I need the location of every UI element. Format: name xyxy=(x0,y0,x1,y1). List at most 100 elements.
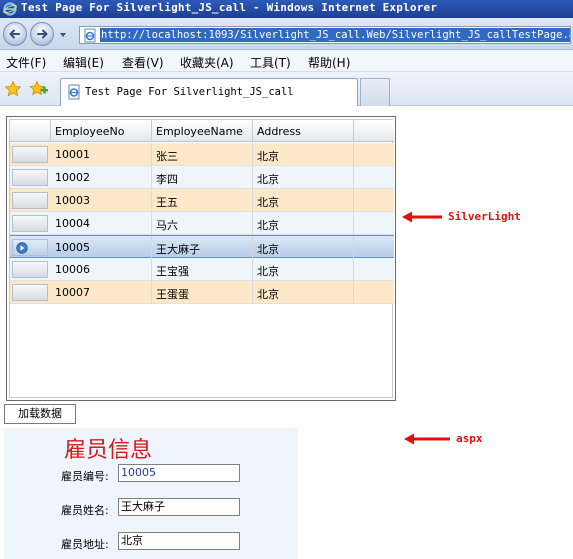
tab-page-icon xyxy=(68,84,80,100)
cell-text: 北京 xyxy=(257,196,279,209)
cell-text: 王大麻子 xyxy=(156,243,200,256)
employee-name-field[interactable]: 王大麻子 xyxy=(118,498,240,516)
page-content: EmployeeNo EmployeeName Address 10001 张三… xyxy=(0,106,573,559)
cell-address[interactable]: 北京 xyxy=(253,212,354,234)
column-header-label: EmployeeName xyxy=(156,125,243,138)
cell-employeename[interactable]: 王蛋蛋 xyxy=(152,281,253,303)
menu-file[interactable]: 文件(F) xyxy=(6,54,46,71)
table-row[interactable]: 10006 王宝强 北京 xyxy=(10,258,394,281)
row-header[interactable] xyxy=(12,215,48,232)
cell-address[interactable]: 北京 xyxy=(253,258,354,280)
silverlight-annotation: SilverLight xyxy=(402,210,521,223)
ie-logo-icon xyxy=(3,2,17,16)
cell-employeeno[interactable]: 10001 xyxy=(51,143,152,165)
current-row-indicator-icon xyxy=(16,242,28,254)
table-row[interactable]: 10007 王蛋蛋 北京 xyxy=(10,281,394,304)
cell-employeeno[interactable]: 10002 xyxy=(51,166,152,188)
cell-text: 10003 xyxy=(55,194,90,207)
cell-text: 北京 xyxy=(257,265,279,278)
recent-pages-dropdown-icon[interactable] xyxy=(59,31,67,39)
menu-view[interactable]: 查看(V) xyxy=(122,54,164,71)
page-icon xyxy=(84,28,96,43)
cell-employeeno[interactable]: 10007 xyxy=(51,281,152,303)
cell-text: 王宝强 xyxy=(156,265,189,278)
cell-text: 10006 xyxy=(55,263,90,276)
cell-text: 马六 xyxy=(156,219,178,232)
forward-button[interactable] xyxy=(30,22,54,46)
add-favorite-icon[interactable] xyxy=(29,80,49,98)
employee-address-label: 雇员地址: xyxy=(61,538,109,551)
employee-info-panel: 雇员信息 雇员编号: 10005 雇员姓名: 王大麻子 雇员地址: 北京 xyxy=(4,428,298,559)
load-data-button[interactable]: 加载数据 xyxy=(4,404,76,424)
cell-employeename[interactable]: 李四 xyxy=(152,166,253,188)
cell-employeeno[interactable]: 10006 xyxy=(51,258,152,280)
cell-employeename[interactable]: 马六 xyxy=(152,212,253,234)
new-tab-button[interactable] xyxy=(360,78,390,106)
window-title: Test Page For Silverlight_JS_call - Wind… xyxy=(21,1,438,14)
cell-text: 北京 xyxy=(257,219,279,232)
cell-text: 北京 xyxy=(257,243,279,256)
column-header-employeename[interactable]: EmployeeName xyxy=(152,120,253,142)
address-bar[interactable]: http://localhost:1093/Silverlight_JS_cal… xyxy=(79,26,571,44)
aspx-annotation: aspx xyxy=(404,432,483,445)
column-header-address[interactable]: Address xyxy=(253,120,354,142)
table-row[interactable]: 10003 王五 北京 xyxy=(10,189,394,212)
employee-name-label: 雇员姓名: xyxy=(61,504,109,517)
cell-employeeno[interactable]: 10003 xyxy=(51,189,152,211)
cell-text: 李四 xyxy=(156,173,178,186)
datagrid-header: EmployeeNo EmployeeName Address xyxy=(10,120,394,142)
header-row-selector xyxy=(10,120,51,142)
menu-edit[interactable]: 编辑(E) xyxy=(63,54,104,71)
cell-address[interactable]: 北京 xyxy=(253,166,354,188)
row-header[interactable] xyxy=(12,239,48,256)
back-arrow-icon xyxy=(9,29,20,39)
cell-address[interactable]: 北京 xyxy=(253,143,354,165)
cell-text: 10004 xyxy=(55,217,90,230)
row-header[interactable] xyxy=(12,146,48,163)
cell-employeeno[interactable]: 10004 xyxy=(51,212,152,234)
cell-employeename[interactable]: 张三 xyxy=(152,143,253,165)
employee-address-field[interactable]: 北京 xyxy=(118,532,240,550)
table-row-selected[interactable]: 10005 王大麻子 北京 xyxy=(10,235,394,258)
employee-no-field[interactable]: 10005 xyxy=(118,464,240,482)
menu-favorites[interactable]: 收藏夹(A) xyxy=(180,54,234,71)
navigation-bar: http://localhost:1093/Silverlight_JS_cal… xyxy=(0,18,573,50)
column-header-employeeno[interactable]: EmployeeNo xyxy=(51,120,152,142)
row-header[interactable] xyxy=(12,284,48,301)
cell-address[interactable]: 北京 xyxy=(253,189,354,211)
cell-text: 10005 xyxy=(55,241,90,254)
cell-address[interactable]: 北京 xyxy=(253,236,354,258)
employee-no-label: 雇员编号: xyxy=(61,470,109,483)
cell-text: 10002 xyxy=(55,171,90,184)
table-row[interactable]: 10002 李四 北京 xyxy=(10,166,394,189)
datagrid-body: EmployeeNo EmployeeName Address 10001 张三… xyxy=(9,119,394,398)
cell-employeeno[interactable]: 10005 xyxy=(51,236,152,258)
favorites-star-icon[interactable] xyxy=(4,80,22,98)
menu-help[interactable]: 帮助(H) xyxy=(308,54,350,71)
cell-text: 北京 xyxy=(257,150,279,163)
row-header[interactable] xyxy=(12,261,48,278)
cell-text: 10001 xyxy=(55,148,90,161)
left-arrow-icon xyxy=(404,433,450,444)
forward-arrow-icon xyxy=(37,29,48,39)
panel-title: 雇员信息 xyxy=(64,438,153,463)
cell-text: 北京 xyxy=(257,173,279,186)
address-url[interactable]: http://localhost:1093/Silverlight_JS_cal… xyxy=(100,28,570,42)
menu-tools[interactable]: 工具(T) xyxy=(250,54,291,71)
back-button[interactable] xyxy=(3,22,27,46)
tab-active[interactable]: Test Page For Silverlight_JS_call xyxy=(60,78,358,106)
column-header-filler xyxy=(354,120,394,142)
column-header-label: EmployeeNo xyxy=(55,125,125,138)
silverlight-datagrid: EmployeeNo EmployeeName Address 10001 张三… xyxy=(6,116,396,401)
cell-employeename[interactable]: 王五 xyxy=(152,189,253,211)
cell-employeename[interactable]: 王大麻子 xyxy=(152,236,253,258)
cell-address[interactable]: 北京 xyxy=(253,281,354,303)
table-row[interactable]: 10001 张三 北京 xyxy=(10,143,394,166)
annotation-label: aspx xyxy=(456,432,483,445)
row-header[interactable] xyxy=(12,169,48,186)
column-header-label: Address xyxy=(257,125,301,138)
cell-employeename[interactable]: 王宝强 xyxy=(152,258,253,280)
tab-label: Test Page For Silverlight_JS_call xyxy=(85,86,294,98)
row-header[interactable] xyxy=(12,192,48,209)
table-row[interactable]: 10004 马六 北京 xyxy=(10,212,394,235)
